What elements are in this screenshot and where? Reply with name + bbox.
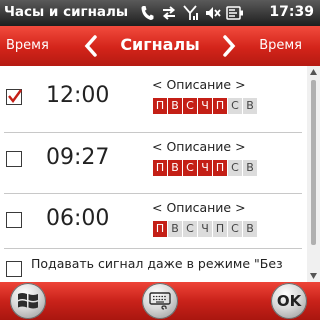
alarm-list: 12:00 < Описание > П В С Ч П С В 09:27 <… xyxy=(0,66,320,282)
tab-header: Время Сигналы Время xyxy=(0,26,320,66)
alarm-days: П В С Ч П С В xyxy=(153,221,258,237)
alarm-time[interactable]: 12:00 xyxy=(46,83,109,108)
day-toggle[interactable]: В xyxy=(243,221,257,237)
scrollbar-thumb[interactable] xyxy=(311,80,316,245)
day-toggle[interactable]: В xyxy=(243,160,257,176)
ok-button[interactable]: OK xyxy=(271,283,307,319)
divider xyxy=(4,248,302,249)
alarm-time[interactable]: 09:27 xyxy=(46,145,109,170)
battery-icon[interactable] xyxy=(224,6,246,20)
silent-mode-label: Подавать сигнал даже в режиме "Без xyxy=(31,256,283,271)
day-toggle[interactable]: В xyxy=(168,160,182,176)
alarm-description[interactable]: < Описание > xyxy=(152,77,246,92)
alarm-days: П В С Ч П С В xyxy=(153,98,258,114)
chevron-right-icon[interactable] xyxy=(222,34,236,62)
day-toggle[interactable]: Ч xyxy=(198,98,212,114)
day-toggle[interactable]: С xyxy=(183,221,197,237)
day-toggle[interactable]: П xyxy=(153,160,167,176)
status-bar: Часы и сигналы 17:39 xyxy=(0,0,320,26)
tab-next[interactable]: Время xyxy=(259,38,302,53)
day-toggle[interactable]: В xyxy=(243,98,257,114)
day-toggle[interactable]: П xyxy=(153,221,167,237)
day-toggle[interactable]: В xyxy=(168,221,182,237)
day-toggle[interactable]: С xyxy=(183,160,197,176)
day-toggle[interactable]: С xyxy=(228,221,242,237)
sync-icon[interactable] xyxy=(158,5,180,21)
day-toggle[interactable]: С xyxy=(183,98,197,114)
day-toggle[interactable]: С xyxy=(228,160,242,176)
alarm-enable-checkbox[interactable] xyxy=(6,89,22,105)
alarm-row[interactable]: 12:00 < Описание > П В С Ч П С В xyxy=(0,69,306,129)
phone-icon[interactable] xyxy=(136,5,158,21)
status-icons xyxy=(136,3,246,23)
app-title[interactable]: Часы и сигналы xyxy=(4,4,128,20)
scroll-up-icon[interactable] xyxy=(310,69,317,75)
keyboard-button[interactable] xyxy=(142,283,178,319)
day-toggle[interactable]: П xyxy=(213,160,227,176)
checkmark-icon xyxy=(8,89,22,103)
scrollbar[interactable] xyxy=(307,66,320,282)
silent-mode-option[interactable]: Подавать сигнал даже в режиме "Без xyxy=(0,254,306,282)
windows-start-icon xyxy=(18,293,38,309)
clock[interactable]: 17:39 xyxy=(269,4,314,20)
start-button[interactable] xyxy=(10,283,46,319)
alarm-enable-checkbox[interactable] xyxy=(6,151,22,167)
volume-muted-icon[interactable] xyxy=(202,5,224,21)
alarm-description[interactable]: < Описание > xyxy=(152,139,246,154)
signal-icon[interactable] xyxy=(180,5,202,21)
alarm-row[interactable]: 06:00 < Описание > П В С Ч П С В xyxy=(0,192,306,252)
day-toggle[interactable]: С xyxy=(228,98,242,114)
ok-label: OK xyxy=(276,292,302,310)
day-toggle[interactable]: П xyxy=(213,98,227,114)
keyboard-icon xyxy=(149,292,171,310)
alarm-time[interactable]: 06:00 xyxy=(46,206,109,231)
day-toggle[interactable]: В xyxy=(168,98,182,114)
day-toggle[interactable]: Ч xyxy=(198,221,212,237)
silent-mode-checkbox[interactable] xyxy=(6,261,22,277)
alarm-days: П В С Ч П С В xyxy=(153,160,258,176)
scroll-down-icon[interactable] xyxy=(310,273,317,279)
bottom-bar: OK xyxy=(0,282,320,320)
alarm-row[interactable]: 09:27 < Описание > П В С Ч П С В xyxy=(0,131,306,191)
day-toggle[interactable]: Ч xyxy=(198,160,212,176)
day-toggle[interactable]: П xyxy=(153,98,167,114)
alarm-enable-checkbox[interactable] xyxy=(6,212,22,228)
alarm-description[interactable]: < Описание > xyxy=(152,200,246,215)
day-toggle[interactable]: П xyxy=(213,221,227,237)
